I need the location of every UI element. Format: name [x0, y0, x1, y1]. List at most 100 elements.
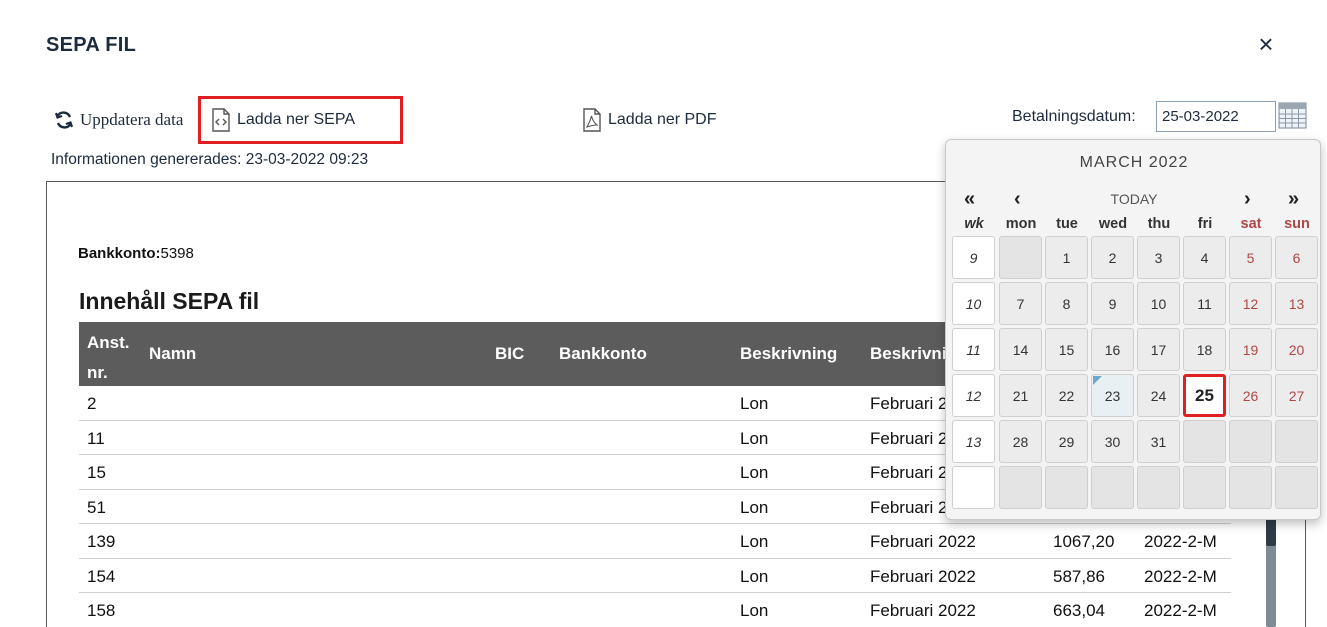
pdf-file-icon: [583, 108, 601, 132]
cell-amount: 587,86: [1053, 566, 1105, 586]
refresh-data-label: Uppdatera data: [80, 110, 184, 129]
cell-employee-nr: 51: [87, 497, 106, 517]
week-number: 11: [952, 328, 995, 371]
week-number: 10: [952, 282, 995, 325]
calendar-day-selected[interactable]: 25: [1183, 374, 1226, 417]
cell-description: Lon: [740, 566, 769, 586]
calendar-day[interactable]: 31: [1137, 420, 1180, 463]
calendar-toggle-button[interactable]: [1278, 102, 1307, 129]
calendar-day[interactable]: 11: [1183, 282, 1226, 325]
calendar-day[interactable]: 2: [1091, 236, 1134, 279]
calendar-day[interactable]: 19: [1229, 328, 1272, 371]
generated-info-text: Informationen genererades: 23-03-2022 09…: [51, 151, 369, 168]
refresh-icon: [54, 111, 74, 129]
next-month-button[interactable]: ›: [1244, 188, 1251, 211]
calendar-empty-cell: [1091, 466, 1134, 509]
table-row: 154 Lon Februari 2022 587,86 2022-2-M: [79, 559, 1231, 593]
calendar-empty-cell: [1229, 466, 1272, 509]
calendar-day[interactable]: 15: [1045, 328, 1088, 371]
cell-employee-nr: 11: [87, 428, 105, 448]
table-row: 139 Lon Februari 2022 1067,20 2022-2-M: [79, 524, 1231, 559]
calendar-day[interactable]: 27: [1275, 374, 1318, 417]
weekday-header-sat: sat: [1240, 216, 1262, 232]
sepa-modal: SEPA FIL × Uppdatera data Ladda ner SEPA…: [0, 0, 1327, 627]
calendar-day[interactable]: 17: [1137, 328, 1180, 371]
cell-reference: 2022-2-M: [1144, 532, 1217, 551]
calendar-day[interactable]: 16: [1091, 328, 1134, 371]
cell-description: Lon: [740, 463, 769, 482]
cell-description-2: Februari 2022: [870, 532, 976, 551]
calendar-day[interactable]: 7: [999, 282, 1042, 325]
download-sepa-label: Ladda ner SEPA: [237, 111, 356, 128]
calendar-day[interactable]: 28: [999, 420, 1042, 463]
col-name: Namn: [149, 344, 197, 363]
calendar-day[interactable]: 30: [1091, 420, 1134, 463]
calendar-day[interactable]: 6: [1275, 236, 1318, 279]
today-button[interactable]: TODAY: [946, 191, 1322, 207]
week-number: 9: [952, 236, 995, 279]
cell-reference: 2022-2-M: [1144, 601, 1217, 620]
calendar-month-title: MARCH 2022: [1079, 154, 1189, 171]
cell-description: Lon: [740, 497, 769, 517]
calendar-day[interactable]: 1: [1045, 236, 1088, 279]
cell-amount: 1067,20: [1053, 532, 1115, 551]
payment-date-input[interactable]: [1156, 101, 1276, 132]
calendar-day[interactable]: 18: [1183, 328, 1226, 371]
calendar-day[interactable]: 12: [1229, 282, 1272, 325]
modal-title: SEPA FIL: [46, 34, 137, 56]
refresh-data-button[interactable]: Uppdatera data: [54, 110, 183, 130]
cell-employee-nr: 15: [87, 463, 106, 482]
calendar-day[interactable]: 22: [1045, 374, 1088, 417]
download-pdf-label: Ladda ner PDF: [608, 111, 717, 128]
calendar-day[interactable]: 3: [1137, 236, 1180, 279]
calendar-day[interactable]: 8: [1045, 282, 1088, 325]
col-bank-account: Bankkonto: [559, 344, 647, 363]
download-sepa-button[interactable]: Ladda ner SEPA: [198, 96, 403, 144]
calendar-day[interactable]: 13: [1275, 282, 1318, 325]
calendar-empty-cell: [1137, 466, 1180, 509]
calendar-empty-cell: [999, 236, 1042, 279]
col-employee-nr: Anst. nr.: [87, 333, 130, 382]
calendar-empty-cell: [1045, 466, 1088, 509]
calendar-icon: [1278, 102, 1307, 129]
calendar-empty-cell: [1183, 466, 1226, 509]
calendar-day[interactable]: 10: [1137, 282, 1180, 325]
cell-description-2: Februari 2022: [870, 601, 976, 620]
col-bic: BIC: [495, 344, 525, 363]
calendar-day[interactable]: 4: [1183, 236, 1226, 279]
cell-description: Lon: [740, 532, 769, 551]
weekday-header-sun: sun: [1284, 216, 1310, 232]
calendar-day[interactable]: 23: [1091, 374, 1134, 417]
weekday-header-mon: mon: [1005, 216, 1037, 232]
calendar-day[interactable]: 24: [1137, 374, 1180, 417]
date-picker-popup: MARCH 2022 « ‹ TODAY › » wk mon tue wed thu f…: [945, 139, 1321, 520]
download-pdf-button[interactable]: Ladda ner PDF: [582, 108, 717, 132]
calendar-day[interactable]: 5: [1229, 236, 1272, 279]
calendar-day[interactable]: 26: [1229, 374, 1272, 417]
cell-amount: 663,04: [1053, 601, 1105, 620]
week-number: 13: [952, 420, 995, 463]
cell-employee-nr: 158: [87, 601, 116, 620]
close-button[interactable]: ×: [1252, 29, 1280, 59]
calendar-empty-cell: [1183, 420, 1226, 463]
bank-account-value: 5398: [160, 245, 194, 262]
weekday-header-fri: fri: [1197, 216, 1213, 232]
calendar-day[interactable]: 20: [1275, 328, 1318, 371]
table-row: 158 Lon Februari 2022 663,04 2022-2-M: [79, 593, 1231, 627]
next-year-button[interactable]: »: [1288, 188, 1299, 211]
calendar-empty-cell: [1229, 420, 1272, 463]
calendar-day[interactable]: 14: [999, 328, 1042, 371]
week-number: [952, 466, 995, 509]
calendar-day[interactable]: 21: [999, 374, 1042, 417]
calendar-day[interactable]: 29: [1045, 420, 1088, 463]
cell-description: Lon: [740, 394, 769, 413]
calendar-empty-cell: [1275, 466, 1318, 509]
weekday-header-wk: wk: [964, 216, 984, 232]
code-file-icon: [212, 108, 230, 132]
calendar-day[interactable]: 9: [1091, 282, 1134, 325]
calendar-empty-cell: [999, 466, 1042, 509]
today-label: TODAY: [1110, 191, 1158, 207]
cell-description-2: Februari 2022: [870, 566, 976, 586]
weekday-header-thu: thu: [1147, 216, 1171, 232]
bank-account-label: Bankkonto:: [78, 245, 161, 262]
